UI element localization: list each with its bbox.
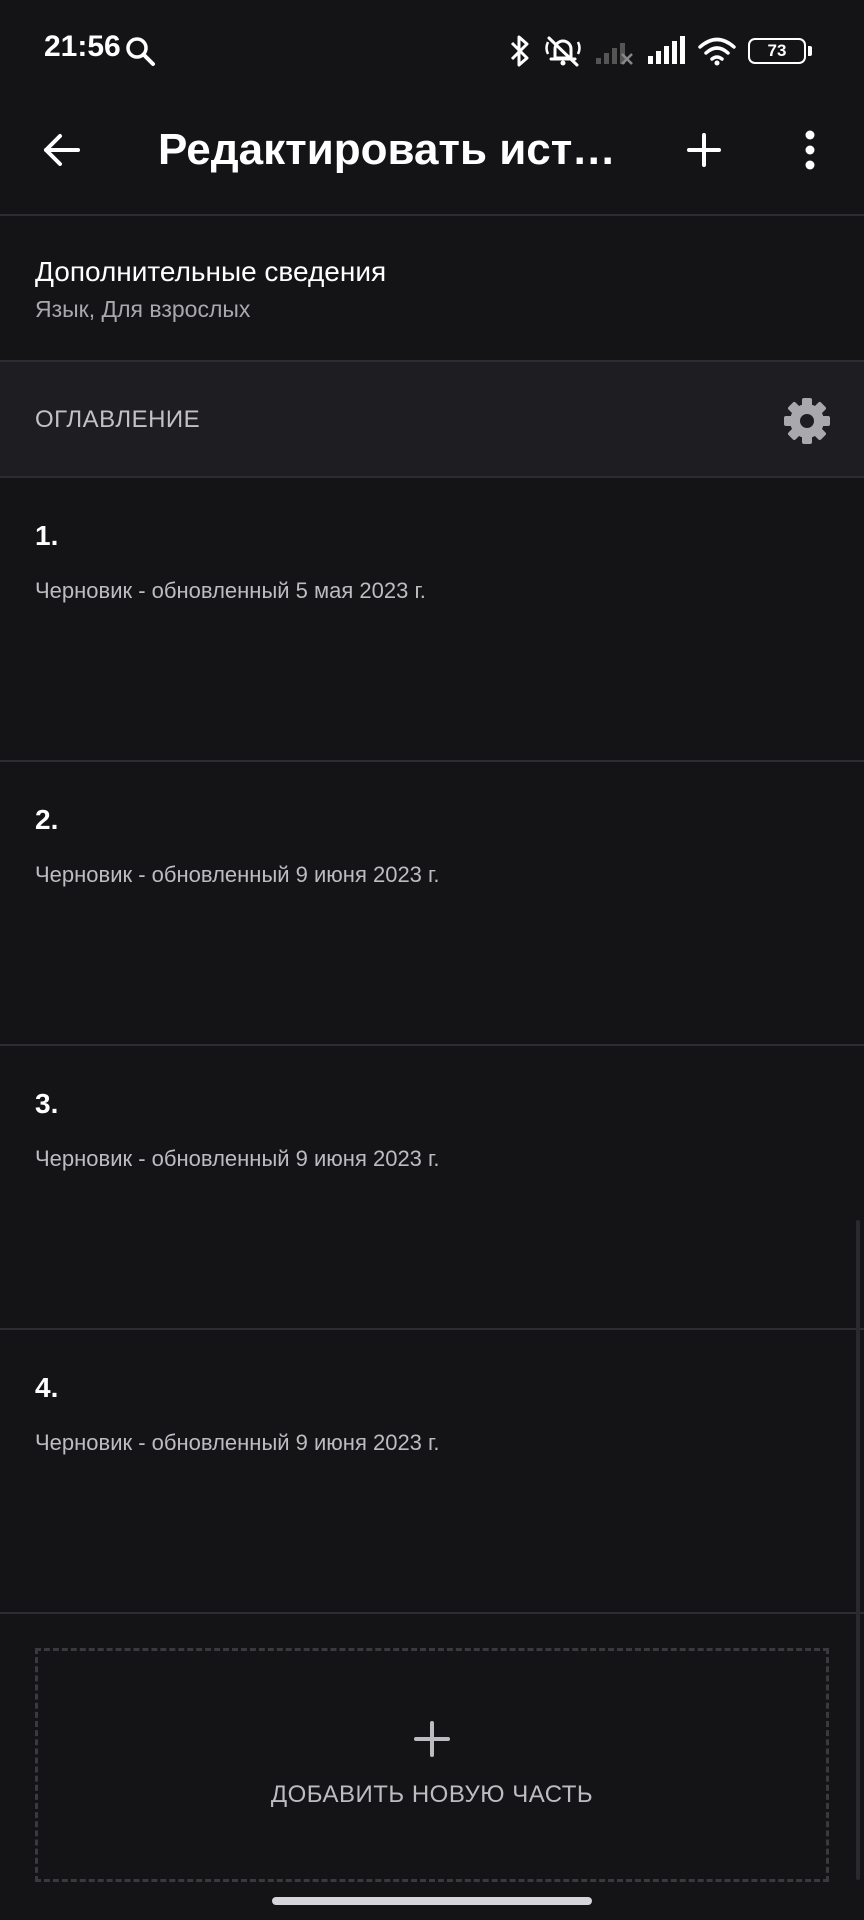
chapter-number: 2. [35, 804, 59, 835]
chapter-number: 1. [35, 520, 59, 551]
chapter-status: Черновик - обновленный 9 июня 2023 г. [35, 862, 440, 887]
status-bar: 21:56 73 [0, 0, 864, 100]
chapter-number: 3. [35, 1088, 59, 1119]
chapter-item[interactable]: 3. Черновик - обновленный 9 июня 2023 г. [0, 1046, 864, 1328]
battery-level: 73 [767, 41, 787, 60]
add-new-part-button[interactable]: ДОБАВИТЬ НОВУЮ ЧАСТЬ [35, 1648, 829, 1882]
divider [0, 1612, 864, 1614]
chapter-status: Черновик - обновленный 9 июня 2023 г. [35, 1430, 440, 1455]
additional-info-subtitle: Язык, Для взрослых [35, 296, 251, 322]
plus-icon [414, 1721, 450, 1757]
mute-bell-icon [545, 36, 581, 67]
status-icons: 73 [508, 32, 812, 70]
more-options-button[interactable] [778, 118, 842, 182]
additional-info-title: Дополнительные сведения [35, 256, 387, 287]
back-button[interactable] [30, 118, 94, 182]
more-vertical-icon [805, 130, 815, 170]
chapter-item[interactable]: 2. Черновик - обновленный 9 июня 2023 г. [0, 762, 864, 1044]
add-new-part-label: ДОБАВИТЬ НОВУЮ ЧАСТЬ [270, 1781, 594, 1808]
toc-label: ОГЛАВЛЕНИЕ [35, 406, 201, 433]
chapter-status: Черновик - обновленный 5 мая 2023 г. [35, 578, 426, 603]
bluetooth-icon [510, 35, 529, 67]
page-title: Редактировать исто... [158, 125, 618, 174]
signal-2-icon [648, 36, 685, 64]
chapter-item[interactable]: 1. Черновик - обновленный 5 мая 2023 г. [0, 478, 864, 760]
chapter-number: 4. [35, 1372, 59, 1403]
battery-icon: 73 [748, 38, 806, 64]
battery-tip [808, 46, 812, 56]
gear-icon[interactable] [782, 396, 832, 446]
status-time: 21:56 [44, 30, 121, 63]
screen: 21:56 73 Редактировать исто... Дополните… [0, 0, 864, 1920]
wifi-icon [698, 37, 736, 66]
search-icon [126, 37, 155, 66]
chapter-item[interactable]: 4. Черновик - обновленный 9 июня 2023 г. [0, 1330, 864, 1612]
home-indicator[interactable] [272, 1897, 592, 1905]
signal-1-icon [596, 43, 633, 65]
chapter-status: Черновик - обновленный 9 июня 2023 г. [35, 1146, 440, 1171]
toc-header: ОГЛАВЛЕНИЕ [0, 362, 864, 476]
plus-icon [687, 133, 721, 167]
add-button[interactable] [672, 118, 736, 182]
additional-info-row[interactable]: Дополнительные сведения Язык, Для взросл… [0, 216, 864, 360]
arrow-left-icon [44, 134, 80, 166]
scrollbar[interactable] [856, 1220, 860, 1880]
app-bar: Редактировать исто... [0, 100, 864, 214]
